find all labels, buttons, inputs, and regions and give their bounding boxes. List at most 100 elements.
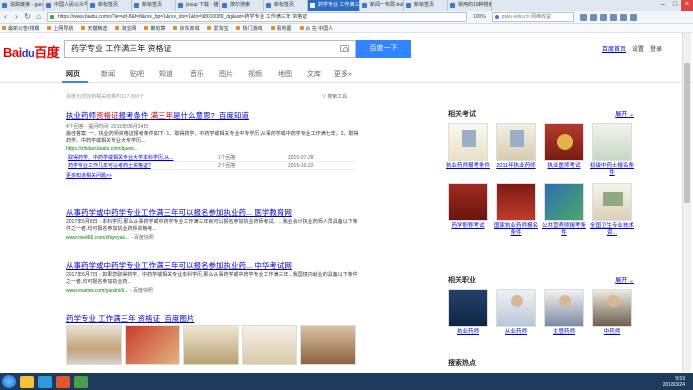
tab-7[interactable]: 地图 — [278, 69, 292, 79]
job-thumbnail[interactable] — [544, 289, 584, 327]
tab-6[interactable]: 视频 — [248, 69, 262, 79]
browser-tab[interactable]: 中国人民公众号 — [44, 0, 88, 11]
scrollbar-thumb[interactable] — [684, 63, 690, 203]
related-job-card[interactable]: 执业药师 — [448, 289, 488, 336]
expand-link[interactable]: 展开 ⌄ — [615, 275, 634, 284]
media-player-icon[interactable] — [56, 375, 70, 388]
bookmark-item[interactable]: 最新公告/排期 — [2, 25, 39, 32]
minimize-icon[interactable]: – — [657, 0, 669, 11]
related-job-card[interactable]: 从业药师 — [496, 289, 536, 336]
exam-caption[interactable]: 药学职称考试 — [446, 223, 490, 230]
exam-thumbnail[interactable] — [544, 123, 584, 161]
tab-5[interactable]: 图片 — [219, 69, 233, 79]
result-url[interactable]: https://zhidao.baidu.com/quest... — [66, 146, 362, 152]
address-bar[interactable]: https://www.baidu.com/s?ie=utf-8&f=8&rsv… — [47, 12, 467, 22]
tab-3[interactable]: 知道 — [159, 69, 173, 79]
camera-icon[interactable] — [340, 45, 349, 52]
job-caption[interactable]: 执业药师 — [446, 329, 490, 336]
settings-link[interactable]: 设置 — [632, 44, 644, 53]
browser-tab[interactable]: 药学专业 工作满三年 资格 — [308, 0, 360, 11]
browser-tab[interactable]: 搜尔搜索 — [220, 0, 264, 11]
browser-tab[interactable]: 新标签页 — [264, 0, 308, 11]
result-image[interactable] — [300, 325, 356, 365]
extension-icon[interactable] — [619, 13, 627, 21]
related-exam-card[interactable]: 国家执业药师报名条件 — [494, 183, 538, 237]
result-title-link[interactable]: 执业药师资格证报考条件 满三年是什么意思?_百度知道 — [66, 110, 362, 121]
browser-tab[interactable]: 追踪链接 - gaojianqiu — [0, 0, 44, 11]
app-icon[interactable] — [74, 375, 88, 388]
side-search-input[interactable]: qiwu.eelu.cn 网维收益 — [491, 12, 574, 22]
exam-caption[interactable]: 公共营养师报考条件 — [542, 223, 586, 237]
baidu-logo[interactable]: Baidu百度 — [3, 42, 60, 61]
exam-caption[interactable]: 初级中药士报名条件 — [590, 163, 634, 177]
job-caption[interactable]: 从业药师 — [494, 329, 538, 336]
bookmark-item[interactable]: 热门游戏 — [236, 25, 263, 32]
tab-1[interactable]: 新闻 — [101, 69, 115, 79]
related-question-link[interactable]: 取得药学、中药学或相关专业大学本科学历,从... — [66, 154, 216, 162]
tab-9[interactable]: 更多» — [334, 69, 352, 79]
system-clock[interactable]: 9:53 2018/3/24 — [663, 376, 685, 388]
result-image[interactable] — [183, 325, 239, 365]
job-thumbnail[interactable] — [496, 289, 536, 327]
extension-icon[interactable] — [609, 13, 617, 21]
browser-tab[interactable]: 常用的10种搜索引擎 — [448, 0, 492, 11]
tab-8[interactable]: 文库 — [307, 69, 321, 79]
browser-tab[interactable]: 新标签页 — [404, 0, 448, 11]
exam-caption[interactable]: 全国卫生专业技术资... — [590, 223, 634, 237]
related-exam-card[interactable]: 2011年执业药师 — [496, 123, 536, 177]
more-questions-link[interactable]: 更多知道相关问题>> — [66, 172, 362, 179]
page-scrollbar[interactable] — [682, 33, 691, 372]
exam-thumbnail[interactable] — [544, 183, 584, 221]
bookmark-item[interactable]: 淘宝网 — [115, 25, 136, 32]
back-icon[interactable]: ‹ — [0, 12, 11, 23]
file-explorer-icon[interactable] — [20, 375, 34, 388]
login-link[interactable]: 登录 — [650, 44, 662, 53]
exam-thumbnail[interactable] — [496, 123, 536, 161]
result-image[interactable] — [66, 325, 122, 365]
related-exam-card[interactable]: 药学职称考试 — [448, 183, 488, 237]
search-button[interactable]: 百度一下 — [356, 40, 411, 58]
related-exam-card[interactable]: 全国卫生专业技术资... — [590, 183, 634, 237]
search-tools-button[interactable]: ▽ 搜索工具 — [322, 93, 347, 100]
browser-tab[interactable]: jsxup 下载 - 播放搜索 — [176, 0, 220, 11]
result-url[interactable]: www.examw.com/yaoshi/b... — [66, 288, 129, 294]
job-thumbnail[interactable] — [448, 289, 488, 327]
related-exam-card[interactable]: 初级中药士报名条件 — [590, 123, 634, 177]
related-job-card[interactable]: 中药师 — [592, 289, 632, 336]
exam-caption[interactable]: 执业药师报考条件 — [446, 163, 490, 170]
home-icon[interactable]: ⌂ — [33, 12, 44, 23]
related-job-card[interactable]: 主管药师 — [544, 289, 584, 336]
browser-tab[interactable]: 新闻一布局-bubuka — [360, 0, 404, 11]
refresh-icon[interactable]: ↻ — [22, 12, 33, 23]
exam-thumbnail[interactable] — [592, 123, 632, 161]
cache-link[interactable]: 百度快照 — [133, 288, 153, 294]
bookmark-item[interactable]: 天猫精选 — [81, 25, 107, 32]
expand-link[interactable]: 展开 ⌄ — [615, 109, 634, 118]
start-button-icon[interactable] — [2, 375, 16, 388]
bookmark-item[interactable]: 看地图 — [270, 25, 292, 32]
exam-thumbnail[interactable] — [496, 183, 536, 221]
job-caption[interactable]: 主管药师 — [542, 329, 586, 336]
bookmark-item[interactable]: 上网导航 — [47, 25, 73, 32]
result-title-link[interactable]: 从事药学或中药学专业工作满三年可以报名参加执业药... 中华考试网 — [66, 260, 362, 271]
extension-icon[interactable] — [599, 13, 607, 21]
exam-caption[interactable]: 2011年执业药师 — [494, 163, 538, 170]
browser-tab[interactable]: 新标签页 — [88, 0, 132, 11]
extension-icon[interactable] — [589, 13, 597, 21]
exam-thumbnail[interactable] — [448, 123, 488, 161]
browser-tab[interactable]: 新标签页 — [132, 0, 176, 11]
maximize-icon[interactable]: □ — [669, 0, 681, 11]
related-question-link[interactable]: 药学专业工作几年可以考药士资格证? — [66, 161, 216, 170]
bookmark-item[interactable]: 京东商城 — [173, 25, 199, 32]
browser-icon[interactable] — [38, 375, 52, 388]
baidu-home-link[interactable]: 百度首页 — [602, 44, 626, 53]
cache-link[interactable]: 百度快照 — [134, 235, 154, 241]
result-url[interactable]: www.med66.com/zhiyeyao... — [66, 235, 129, 241]
forward-icon[interactable]: › — [11, 12, 22, 23]
result-image[interactable] — [241, 325, 298, 365]
extension-icon[interactable] — [579, 13, 587, 21]
job-thumbnail[interactable] — [592, 289, 632, 327]
bookmark-item[interactable]: 聚划算 — [144, 25, 165, 32]
related-exam-card[interactable]: 公共营养师报考条件 — [542, 183, 586, 237]
result-image[interactable] — [124, 325, 181, 365]
